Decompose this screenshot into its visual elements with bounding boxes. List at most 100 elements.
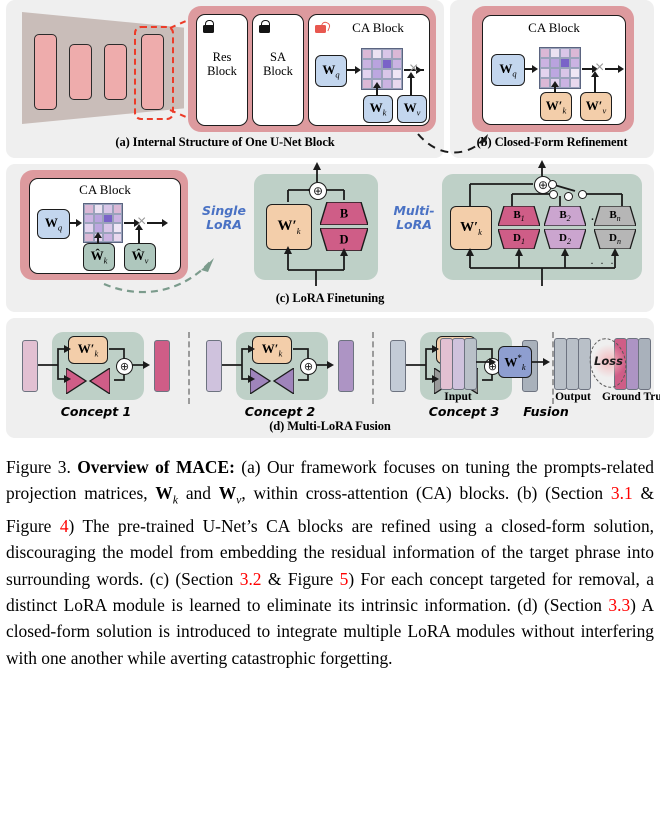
wq-to-matrix-arrow-c (76, 219, 82, 227)
caption-bold-title: Overview of MACE: (77, 457, 235, 477)
figure-row-d: W′k ⊕ Concept 1 W′k ⊕ Concept 2 ⊕ Concep… (0, 318, 660, 438)
wq-label-b: Wq (499, 61, 517, 79)
wq-node-b: Wq (491, 54, 525, 86)
caption-seg6: & Figure (261, 568, 340, 589)
sa-block-line2: Block (263, 63, 293, 78)
wv-up-arrow-c (135, 224, 143, 230)
single-lora-line2: LoRA (206, 217, 242, 232)
wk-prime-label-b: W′k (545, 97, 567, 116)
caption-seg2: and (178, 483, 219, 504)
ca-block-b-frame: CA Block Wq × W′k W′v (472, 6, 634, 132)
panel-a-label: (a) Internal Structure of One U-Net Bloc… (115, 135, 335, 149)
wk-label-a: Wk (369, 100, 387, 118)
ca-to-lora-connector (103, 258, 214, 294)
ca-block-b-title: CA Block (528, 20, 580, 35)
wk-prime-node-b: W′k (540, 92, 572, 121)
lora-switch-node-1[interactable] (549, 190, 558, 199)
wk-node-a: Wk (363, 95, 393, 123)
concept-separator-2 (372, 332, 374, 404)
concept-1-output-bar (154, 340, 170, 392)
single-lora-sum-icon: ⊕ (309, 182, 327, 200)
wq-label-c: Wq (44, 215, 63, 233)
multi-lora-line2: LoRA (396, 217, 432, 232)
figure-row-c: CA Block Wq × Ŵk Ŵv Single LoRA W′k B D … (0, 160, 660, 312)
unet-block-cluster: Res Block SA Block CA Block Wq × Wk Wv (188, 6, 436, 132)
wv-prime-node-b: W′v (580, 92, 612, 121)
unet-diagram (22, 12, 203, 125)
wq-node-a: Wq (315, 55, 347, 87)
wv-node-a: Wv (397, 95, 427, 123)
caption-ref-3-2[interactable]: 3.2 (240, 569, 262, 589)
caption-ref-3-3[interactable]: 3.3 (608, 595, 630, 615)
wv-up-arrow (407, 72, 415, 78)
fusion-input-label: Input (444, 391, 472, 403)
attention-matrix-a (361, 48, 403, 90)
wk-up-arrow (373, 82, 381, 88)
mult-out-arrow-b (618, 65, 624, 73)
lora-switch-node-2[interactable] (564, 192, 573, 201)
mult-out-arrow-c (162, 219, 168, 227)
sa-block: SA Block (252, 14, 304, 126)
wv-up-line-b (594, 76, 596, 93)
multi-lora-module: W′k B1 D1 B2 D2 · · · · Bn Dn ⊕ (442, 160, 642, 286)
figure-3: Res Block SA Block CA Block Wq × Wk Wv (… (0, 0, 660, 671)
wv-label-a: Wv (403, 100, 421, 118)
caption-ref-fig-4[interactable]: 4 (60, 516, 69, 536)
ca-block-b: CA Block Wq × W′k W′v (482, 15, 626, 125)
panel-a-unet-structure: Res Block SA Block CA Block Wq × Wk Wv (… (6, 0, 444, 158)
wv-prime-label-b: W′v (585, 97, 607, 116)
sa-block-label: SA Block (253, 50, 303, 78)
multi-lora-label: Multi- LoRA (386, 204, 442, 232)
fusion-gt-label: Ground Truth (602, 391, 660, 403)
ca-block-a: CA Block Wq × Wk Wv (308, 14, 430, 126)
panel-b-closed-form: CA Block Wq × W′k W′v (b) Closed-Form Re… (450, 0, 654, 158)
caption-seg3: , within cross-attention (CA) blocks. (b… (241, 483, 611, 504)
ca-block-a-title: CA Block (352, 20, 404, 35)
panel-c-label: (c) LoRA Finetuning (275, 291, 385, 305)
wv-up-arrow-b (591, 71, 599, 77)
res-block-label: Res Block (197, 50, 247, 78)
multi-lora-line1: Multi- (393, 203, 435, 218)
unet-block-3 (104, 44, 127, 100)
lora-switch-node-main[interactable] (548, 180, 557, 189)
wk-up-line-c (97, 237, 99, 244)
wk-up-arrow-b (551, 81, 559, 87)
caption-prefix: Figure 3. (6, 457, 78, 477)
figure-row-a-b: Res Block SA Block CA Block Wq × Wk Wv (… (0, 0, 660, 158)
unet-block-1 (34, 34, 57, 110)
panel-d-multi-lora-fusion: W′k ⊕ Concept 1 W′k ⊕ Concept 2 ⊕ Concep… (6, 318, 660, 438)
closed-lock-icon (203, 20, 214, 33)
panel-c-lora-finetuning: CA Block Wq × Ŵk Ŵv Single LoRA W′k B D … (6, 160, 654, 312)
lora-switch-node-n[interactable] (578, 190, 587, 199)
caption-ref-3-1[interactable]: 3.1 (611, 483, 633, 503)
single-lora-label: Single LoRA (196, 204, 252, 232)
single-lora-line1: Single (202, 203, 246, 218)
fusion-output-label: Output (555, 391, 591, 403)
panel-d-label: (d) Multi-LoRA Fusion (269, 419, 391, 433)
concept-1-wiring (38, 345, 150, 383)
mult-out-line (419, 69, 424, 71)
res-block-line1: Res (212, 50, 232, 64)
concept-2-sum-icon: ⊕ (300, 358, 317, 375)
concept-1-name: Concept 1 (60, 404, 132, 419)
wv-up-line (410, 77, 412, 96)
open-lock-icon (315, 20, 331, 33)
panel-b-label: (b) Closed-Form Refinement (476, 135, 628, 149)
caption-math-wv: Wv (218, 483, 242, 507)
fusion-gt-bar-3 (638, 338, 651, 390)
fusion-wk-star-label: W*k (504, 352, 526, 372)
wq-to-matrix-arrow-b (532, 65, 538, 73)
caption-math-wk: Wk (155, 483, 179, 507)
concept-separator-1 (188, 332, 190, 404)
ca-block-c-title: CA Block (79, 182, 131, 197)
wq-label-a: Wq (322, 62, 340, 80)
sa-block-line1: SA (270, 50, 286, 64)
fusion-wk-star-node: W*k (498, 346, 532, 378)
concept-1-sum-icon: ⊕ (116, 358, 133, 375)
concept-2-name: Concept 2 (244, 404, 316, 419)
wk-up-line (376, 87, 378, 96)
wq-node-c: Wq (37, 209, 70, 239)
attention-matrix-c (83, 203, 123, 243)
res-block-line2: Block (207, 63, 237, 78)
concept-2-wiring (222, 345, 334, 383)
